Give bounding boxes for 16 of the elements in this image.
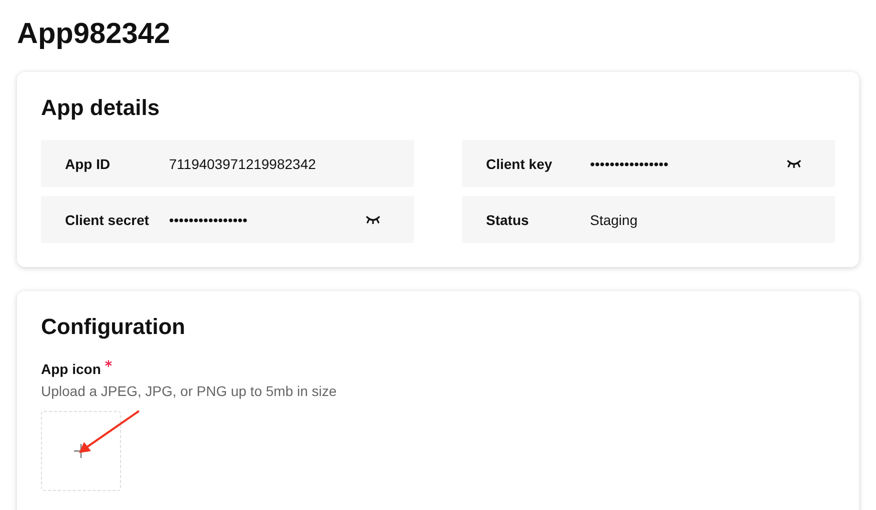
field-value: 7119403971219982342: [169, 156, 317, 172]
field-label: App ID: [65, 156, 112, 172]
field-label: App icon: [41, 360, 101, 379]
upload-button[interactable]: [41, 411, 121, 491]
closed-eye-icon[interactable]: [366, 216, 380, 224]
section-title: App details: [41, 94, 161, 122]
closed-eye-icon[interactable]: [787, 160, 801, 168]
page-title: App982342: [17, 17, 172, 52]
field-value: ••••••••••••••••: [590, 156, 670, 172]
upload-hint: Upload a JPEG, JPG, or PNG up to 5mb in size: [41, 383, 338, 399]
field-label: Client key: [486, 156, 554, 172]
field-label: Status: [486, 212, 530, 228]
field-label: Client secret: [65, 212, 150, 228]
field-value: Staging: [590, 212, 638, 228]
field-value: ••••••••••••••••: [169, 212, 248, 228]
section-title: Configuration: [41, 313, 186, 341]
